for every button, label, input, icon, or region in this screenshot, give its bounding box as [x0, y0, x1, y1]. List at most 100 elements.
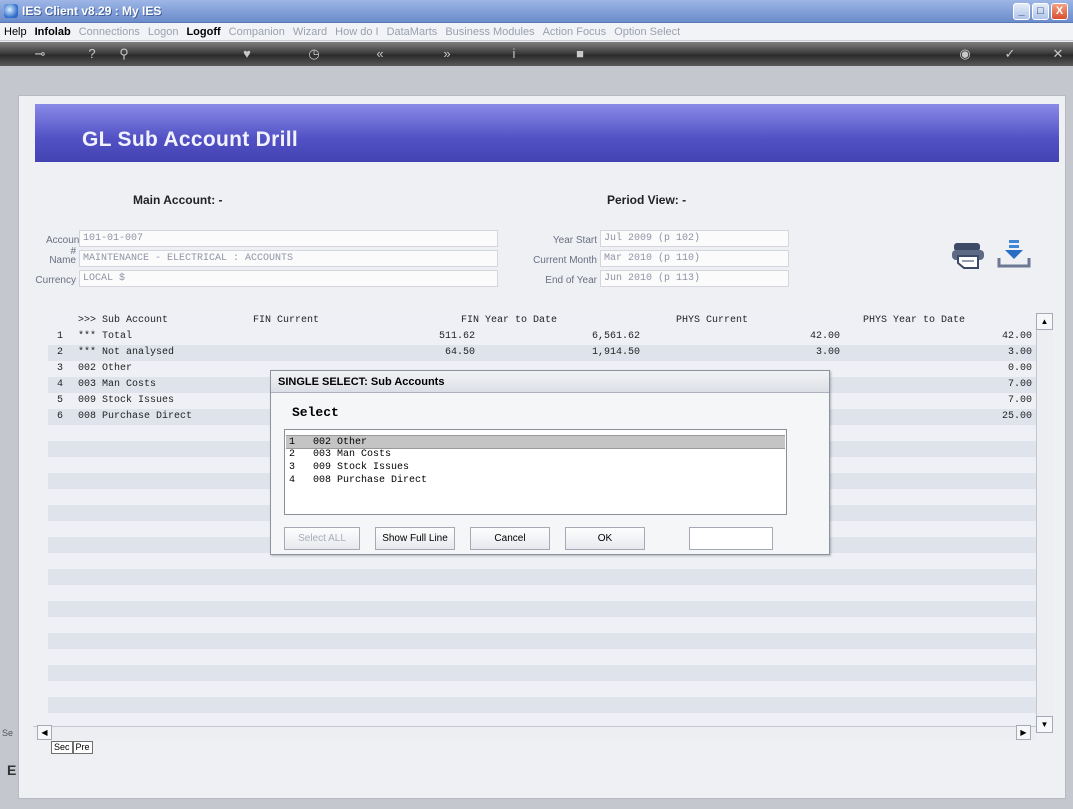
scroll-down-icon[interactable]: ▼ — [1036, 716, 1053, 733]
menu-item-datamarts[interactable]: DataMarts — [383, 23, 442, 38]
table-row[interactable] — [48, 649, 1036, 665]
cell-sub-account: *** Not analysed — [78, 347, 175, 358]
single-select-dialog: SINGLE SELECT: Sub Accounts Select 1 002… — [270, 370, 830, 555]
menu-item-business-modules[interactable]: Business Modules — [441, 23, 538, 38]
info-icon[interactable]: i — [504, 44, 524, 64]
menu-item-logon[interactable]: Logon — [144, 23, 183, 38]
maximize-button[interactable]: □ — [1032, 3, 1049, 20]
list-item[interactable]: 1 002 Other — [286, 435, 785, 449]
vertical-scrollbar[interactable]: ▲ ▼ — [1036, 313, 1053, 733]
col-fin-ytd[interactable]: FIN Year to Date — [461, 315, 557, 326]
row-number: 6 — [56, 411, 63, 422]
cell-sub-account: *** Total — [78, 331, 133, 342]
key-icon[interactable]: ⊸ — [30, 44, 50, 64]
menu-item-help[interactable]: Help — [0, 23, 31, 38]
list-item-label: 008 Purchase Direct — [313, 475, 428, 486]
period-view-label: Period View: - — [607, 193, 687, 207]
list-item-label: 009 Stock Issues — [313, 462, 410, 473]
list-item-label: 002 Other — [313, 437, 368, 448]
page-title: GL Sub Account Drill — [82, 128, 299, 151]
sheet-tabs: Sec Pre — [51, 741, 93, 755]
menu-item-connections[interactable]: Connections — [75, 23, 144, 38]
table-row[interactable]: 1 *** Total 511.62 6,561.62 42.00 42.00 — [48, 329, 1036, 345]
table-row[interactable] — [48, 665, 1036, 681]
heart-icon[interactable]: ♥ — [237, 44, 257, 64]
year-start-field: Jul 2009 (p 102) — [600, 230, 789, 247]
printer-icon[interactable] — [950, 241, 986, 271]
main-account-label: Main Account: - — [133, 193, 223, 207]
forward-icon[interactable]: » — [437, 44, 457, 64]
menu-bar: Help Infolab Connections Logon Logoff Compani… — [0, 23, 1073, 41]
cell-fin-current: 511.62 — [438, 331, 475, 342]
camera-icon[interactable]: ◉ — [955, 44, 975, 64]
stop-icon[interactable]: ■ — [570, 44, 590, 64]
table-row[interactable] — [48, 585, 1036, 601]
current-month-field: Mar 2010 (p 110) — [600, 250, 789, 267]
scroll-right-icon[interactable]: ▶ — [1016, 725, 1031, 740]
help-icon[interactable]: ? — [82, 44, 102, 64]
menu-item-option-select[interactable]: Option Select — [610, 23, 684, 38]
cancel-button[interactable]: Cancel — [470, 527, 550, 550]
side-label-se: Se — [2, 728, 14, 738]
menu-item-logoff[interactable]: Logoff — [182, 23, 224, 38]
table-row[interactable] — [48, 681, 1036, 697]
list-item[interactable]: 3 009 Stock Issues — [286, 461, 785, 475]
table-row[interactable] — [48, 601, 1036, 617]
table-row[interactable] — [48, 569, 1036, 585]
back-icon[interactable]: « — [370, 44, 390, 64]
check-icon[interactable]: ✓ — [1000, 44, 1020, 64]
grid-header: >>> Sub Account FIN Current FIN Year to … — [48, 313, 1036, 329]
download-icon[interactable] — [996, 238, 1032, 270]
table-row[interactable] — [48, 633, 1036, 649]
menu-item-how-do-i[interactable]: How do I — [331, 23, 382, 38]
table-row[interactable] — [48, 553, 1036, 569]
cell-phys-ytd: 25.00 — [1001, 411, 1032, 422]
cell-fin-current: 64.50 — [444, 347, 475, 358]
tab-pre[interactable]: Pre — [72, 741, 93, 754]
dialog-title: SINGLE SELECT: Sub Accounts — [271, 371, 829, 393]
table-row[interactable] — [48, 617, 1036, 633]
select-all-button[interactable]: Select ALL — [284, 527, 360, 550]
table-row[interactable]: 2 *** Not analysed 64.50 1,914.50 3.00 3.00 — [48, 345, 1036, 361]
table-row[interactable] — [48, 697, 1036, 713]
table-row[interactable] — [48, 713, 1036, 725]
col-phys-ytd[interactable]: PHYS Year to Date — [863, 315, 965, 326]
end-year-label: End of Year — [545, 275, 597, 286]
col-phys-current[interactable]: PHYS Current — [676, 315, 748, 326]
cell-phys-ytd: 7.00 — [1007, 395, 1032, 406]
app-icon — [4, 4, 18, 18]
dialog-list[interactable]: 1 002 Other 2 003 Man Costs 3 009 Stock Is… — [284, 429, 787, 515]
row-number: 2 — [56, 347, 63, 358]
clock-icon[interactable]: ◷ — [304, 44, 324, 64]
menu-item-companion[interactable]: Companion — [225, 23, 289, 38]
cell-sub-account: 003 Man Costs — [78, 379, 157, 390]
menu-item-wizard[interactable]: Wizard — [289, 23, 331, 38]
minimize-button[interactable]: _ — [1013, 3, 1030, 20]
scroll-up-icon[interactable]: ▲ — [1036, 313, 1053, 330]
show-full-line-button[interactable]: Show Full Line — [375, 527, 455, 550]
cell-phys-ytd: 0.00 — [1007, 363, 1032, 374]
list-item-gap — [295, 475, 313, 486]
cell-phys-current: 3.00 — [815, 347, 840, 358]
col-fin-current[interactable]: FIN Current — [253, 315, 319, 326]
filter-input[interactable] — [689, 527, 773, 550]
ok-button[interactable]: OK — [565, 527, 645, 550]
search-icon[interactable]: ⚲ — [114, 44, 134, 64]
menu-item-infolab[interactable]: Infolab — [31, 23, 75, 38]
year-start-label: Year Start — [552, 235, 597, 246]
name-label: Name — [49, 255, 76, 266]
cell-phys-ytd: 42.00 — [1001, 331, 1032, 342]
menu-item-action-focus[interactable]: Action Focus — [539, 23, 611, 38]
list-item[interactable]: 2 003 Man Costs — [286, 448, 785, 462]
tab-sec[interactable]: Sec — [51, 741, 73, 754]
list-item[interactable]: 4 008 Purchase Direct — [286, 474, 785, 488]
scroll-left-icon[interactable]: ◀ — [37, 725, 52, 740]
cell-phys-current: 42.00 — [809, 331, 840, 342]
col-sub-account[interactable]: >>> Sub Account — [78, 315, 168, 326]
horizontal-scrollbar[interactable]: ◀ ▶ — [33, 725, 1036, 740]
close-window-button[interactable]: X — [1051, 3, 1068, 20]
name-field: MAINTENANCE - ELECTRICAL : ACCOUNTS — [79, 250, 498, 267]
list-item-gap — [295, 462, 313, 473]
close-icon[interactable]: ✕ — [1048, 44, 1068, 64]
title-bar: IES Client v8.29 : My IES _ □ X — [0, 0, 1073, 23]
